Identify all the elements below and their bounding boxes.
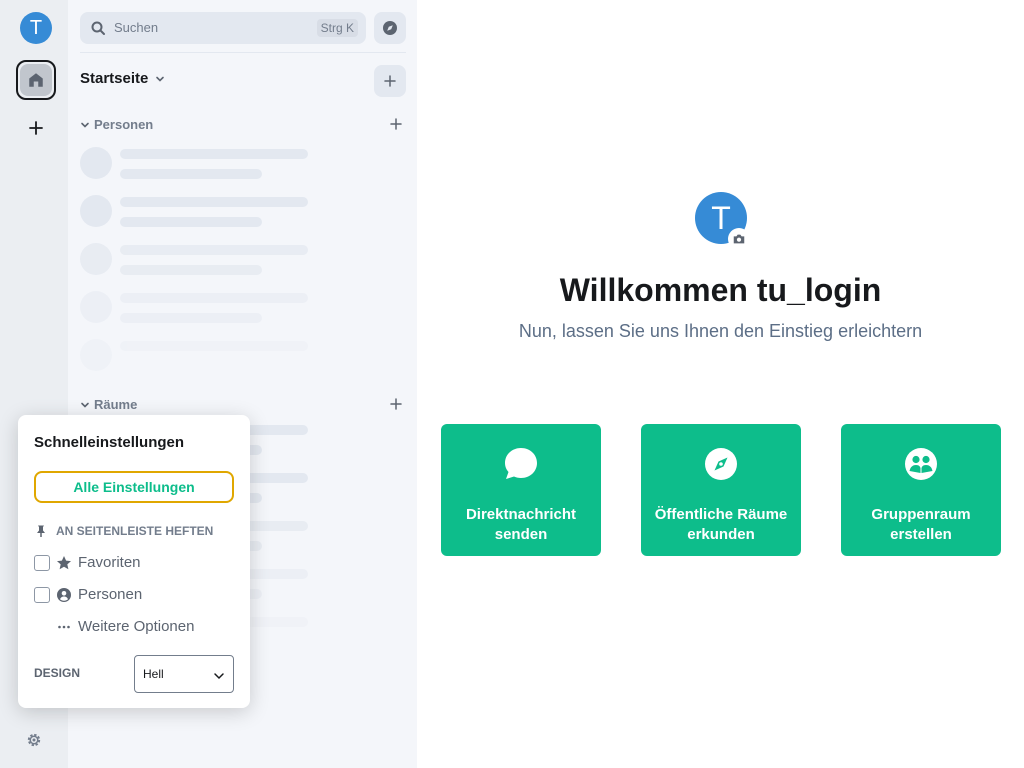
card-label: Direktnachricht senden (465, 506, 577, 543)
add-room-section-button[interactable] (388, 396, 404, 412)
chat-bubble-icon (505, 448, 537, 479)
user-avatar[interactable]: T (20, 12, 52, 44)
theme-select-value: Hell (143, 667, 164, 681)
camera-icon (733, 234, 745, 244)
quick-settings-menu: Schnelleinstellungen Alle Einstellungen … (18, 415, 250, 708)
skeleton-row (80, 191, 320, 231)
add-person-button[interactable] (388, 116, 404, 132)
chevron-down-icon (81, 122, 89, 128)
design-label: DESIGN (34, 666, 81, 680)
skeleton-row (80, 335, 320, 375)
favourites-checkbox[interactable] (34, 554, 50, 571)
welcome-heading: Willkommen tu_login (559, 272, 882, 308)
menu-title: Schnelleinstellungen (34, 434, 185, 451)
card-label: Öffentliche Räume erkunden (654, 506, 788, 543)
home-context-menu[interactable]: Startseite (80, 70, 166, 87)
add-room-button[interactable] (374, 65, 406, 97)
create-group-room-button[interactable]: Gruppenraum erstellen (841, 424, 1001, 556)
plus-icon (390, 118, 402, 130)
search-icon (91, 21, 105, 35)
create-space-button[interactable] (26, 118, 46, 138)
search-shortcut: Strg K (316, 19, 358, 37)
ellipsis-icon (56, 619, 72, 635)
section-label: Personen (94, 117, 154, 132)
person-icon (56, 587, 72, 603)
send-dm-button[interactable]: Direktnachricht senden (441, 424, 601, 556)
search-button[interactable]: Suchen Strg K (80, 12, 366, 44)
home-space-button[interactable] (16, 60, 56, 100)
favourites-option[interactable]: Favoriten (34, 554, 141, 571)
welcome-subtitle: Nun, lassen Sie uns Ihnen den Einstieg e… (518, 321, 923, 341)
page-title: Startseite (80, 70, 149, 87)
plus-icon (390, 398, 402, 410)
section-header-rooms[interactable]: Räume (80, 397, 137, 412)
explore-public-rooms-button[interactable]: Öffentliche Räume erkunden (641, 424, 801, 556)
card-label: Gruppenraum erstellen (871, 506, 971, 543)
all-settings-button[interactable]: Alle Einstellungen (34, 471, 234, 503)
section-label: Räume (94, 397, 138, 412)
option-label: Weitere Optionen (78, 618, 195, 635)
option-label: Favoriten (78, 554, 141, 571)
group-icon (905, 448, 937, 480)
plus-icon (384, 75, 396, 87)
search-label: Suchen (114, 20, 159, 35)
section-label: AN SEITENLEISTE HEFTEN (56, 524, 214, 538)
star-icon (56, 555, 72, 571)
skeleton-row (80, 143, 320, 183)
chevron-down-icon (214, 673, 224, 680)
explore-rooms-button[interactable] (374, 12, 406, 44)
quick-settings-button[interactable] (24, 730, 44, 750)
compass-icon (383, 21, 397, 35)
skeleton-row (80, 239, 320, 279)
more-options-button[interactable]: Weitere Optionen (56, 618, 194, 635)
option-label: Personen (78, 586, 143, 603)
chevron-down-icon (81, 402, 89, 408)
compass-icon (705, 448, 737, 480)
change-avatar-button[interactable] (728, 228, 750, 250)
people-checkbox[interactable] (34, 586, 50, 603)
plus-icon (29, 121, 43, 135)
home-icon-background (20, 64, 52, 96)
home-page: T Willkommen tu_login Nun, lassen Sie un… (417, 0, 1024, 768)
divider (80, 52, 406, 53)
chevron-down-icon (156, 76, 165, 82)
people-option[interactable]: Personen (34, 586, 142, 603)
gear-icon (27, 733, 41, 747)
pin-icon (37, 525, 45, 537)
home-icon (29, 73, 43, 87)
section-header-people[interactable]: Personen (80, 117, 153, 132)
skeleton-row (80, 287, 320, 327)
theme-select[interactable]: Hell (134, 655, 234, 693)
pin-to-sidebar-header: AN SEITENLEISTE HEFTEN (34, 524, 213, 538)
